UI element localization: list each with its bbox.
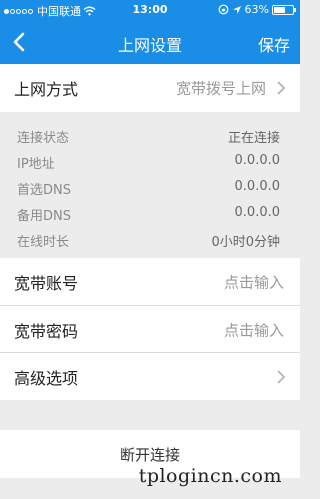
connection-type-value: 宽带拨号上网: [175, 79, 266, 98]
account-input[interactable]: 点击输入: [224, 272, 284, 293]
info-row-status: 连接状态 正在连接: [0, 122, 300, 148]
connection-info-section: 连接状态 正在连接 IP地址 0.0.0.0 首选DNS 0.0.0.0 备用D…: [0, 112, 300, 258]
save-button[interactable]: 保存: [258, 32, 290, 56]
info-key: 备用DNS: [17, 209, 71, 224]
info-value: 0.0.0.0: [234, 179, 280, 194]
info-value: 0.0.0.0: [234, 153, 280, 168]
advanced-options-row[interactable]: 高级选项: [0, 353, 300, 400]
info-row-online-time: 在线时长 0小时0分钟: [0, 226, 300, 252]
nav-bar: 上网设置 保存: [0, 20, 300, 64]
chevron-right-icon: [277, 81, 286, 95]
password-label: 宽带密码: [14, 321, 79, 341]
info-row-backup-dns: 备用DNS 0.0.0.0: [0, 200, 300, 226]
password-row[interactable]: 宽带密码 点击输入: [0, 306, 300, 353]
battery-icon: [272, 4, 296, 15]
page-title: 上网设置: [117, 36, 182, 55]
info-key: 连接状态: [17, 131, 70, 146]
watermark: tplogincn.com: [138, 465, 282, 487]
chevron-right-icon: [277, 369, 286, 384]
battery-percent: 63%: [244, 3, 269, 16]
status-bar: 中国联通 13:00 63%: [0, 0, 300, 20]
info-key: 在线时长: [17, 235, 70, 250]
info-key: IP地址: [17, 157, 55, 172]
password-input[interactable]: 点击输入: [224, 319, 284, 340]
info-row-primary-dns: 首选DNS 0.0.0.0: [0, 174, 300, 200]
account-row[interactable]: 宽带账号 点击输入: [0, 258, 300, 306]
info-value: 正在连接: [227, 131, 280, 146]
rotation-lock-icon: [218, 4, 228, 15]
info-key: 首选DNS: [17, 183, 71, 198]
location-arrow-icon: [232, 5, 241, 14]
disconnect-label: 断开连接: [119, 446, 180, 464]
status-right: 63%: [218, 3, 296, 16]
info-value: 0小时0分钟: [211, 235, 280, 250]
info-row-ip: IP地址 0.0.0.0: [0, 148, 300, 174]
info-value: 0.0.0.0: [234, 205, 280, 220]
advanced-options-label: 高级选项: [14, 368, 79, 388]
battery-fill: [274, 6, 286, 13]
connection-type-row[interactable]: 上网方式 宽带拨号上网: [0, 64, 300, 112]
account-label: 宽带账号: [14, 274, 79, 293]
connection-type-label: 上网方式: [14, 80, 79, 99]
